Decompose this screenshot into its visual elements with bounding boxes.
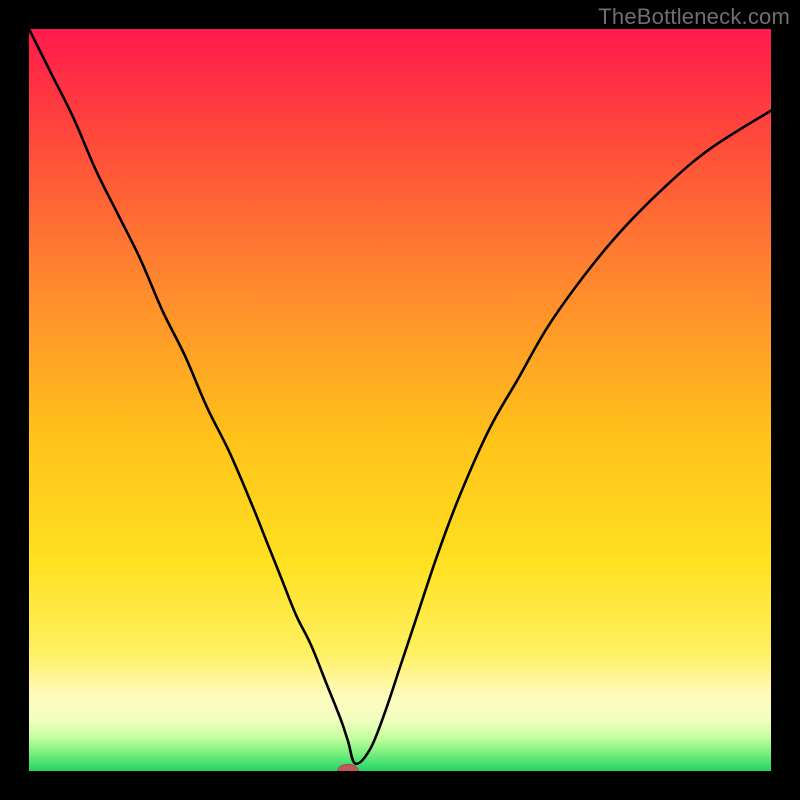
watermark-text: TheBottleneck.com [598,4,790,30]
chart-svg [29,29,771,771]
chart-background [29,29,771,771]
chart-frame: TheBottleneck.com [0,0,800,800]
plot-area [29,29,771,771]
